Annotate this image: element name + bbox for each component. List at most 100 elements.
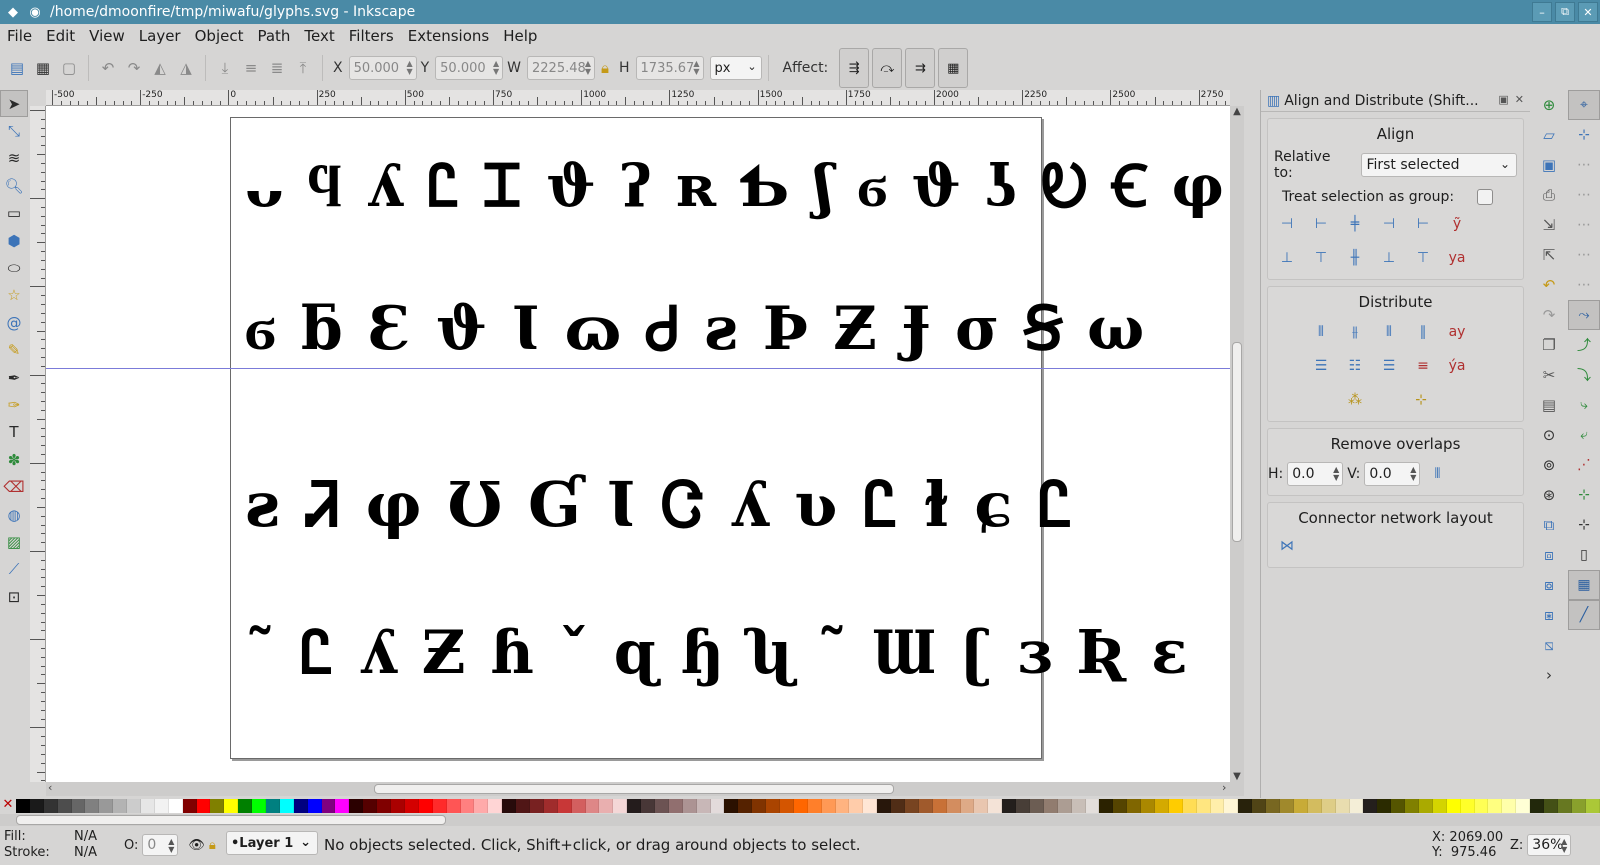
color-swatch[interactable]: [224, 799, 239, 813]
distribute-left-edges-icon[interactable]: ⫴: [1308, 319, 1334, 345]
color-swatch[interactable]: [516, 799, 530, 813]
color-swatch[interactable]: [863, 799, 878, 813]
align-right-edges-icon[interactable]: ⊣: [1376, 211, 1402, 237]
color-swatch[interactable]: [1585, 799, 1600, 813]
color-swatch[interactable]: [1446, 799, 1461, 813]
color-swatch[interactable]: [1307, 799, 1322, 813]
scroll-down-icon[interactable]: ▼: [1230, 771, 1244, 782]
w-input[interactable]: 2225.48 ▲ ▼: [527, 56, 595, 80]
color-swatch[interactable]: [1363, 799, 1378, 813]
color-swatch[interactable]: [557, 799, 572, 813]
center-horizontal-axis-icon[interactable]: ╫: [1342, 245, 1368, 271]
color-swatch[interactable]: [1002, 799, 1017, 813]
spin-arrows-icon[interactable]: ▲ ▼: [1561, 838, 1567, 854]
color-swatch[interactable]: [585, 799, 600, 813]
color-swatch[interactable]: [571, 799, 586, 813]
color-swatch[interactable]: [654, 799, 669, 813]
snap-cusp-nodes-icon[interactable]: ⤵: [1568, 360, 1600, 390]
distribute-gaps-v-icon[interactable]: ≡: [1410, 353, 1436, 379]
save-icon[interactable]: ▣: [1534, 150, 1564, 180]
flip-horizontal-icon[interactable]: ◭: [147, 55, 173, 81]
color-swatch[interactable]: [168, 799, 183, 813]
zoom-tool-icon[interactable]: 🔍︎: [0, 172, 28, 199]
color-swatch[interactable]: [460, 799, 475, 813]
snap-bbox-centers-icon[interactable]: ⋯: [1568, 240, 1600, 270]
color-swatch[interactable]: [807, 799, 822, 813]
unlink-clone-icon[interactable]: ⧇: [1534, 570, 1564, 600]
vertical-scroll-thumb[interactable]: [1232, 342, 1242, 542]
align-top-to-bottom-icon[interactable]: ⊤: [1410, 245, 1436, 271]
color-swatch[interactable]: [418, 799, 433, 813]
maximize-button[interactable]: ⧉: [1555, 2, 1575, 22]
color-swatch[interactable]: [1571, 799, 1586, 813]
color-swatch[interactable]: [696, 799, 711, 813]
export-icon[interactable]: ⇱: [1534, 240, 1564, 270]
color-swatch[interactable]: [1182, 799, 1197, 813]
color-swatch[interactable]: [71, 799, 86, 813]
color-swatch[interactable]: [363, 799, 378, 813]
color-swatch[interactable]: [377, 799, 392, 813]
color-swatch[interactable]: [404, 799, 419, 813]
distribute-baselines-h-icon[interactable]: ay: [1444, 319, 1470, 345]
zoom-selection-icon[interactable]: ⊙: [1534, 420, 1564, 450]
calligraphy-tool-icon[interactable]: ✑: [0, 391, 28, 418]
snap-text-baseline-icon[interactable]: ⊹: [1568, 510, 1600, 540]
color-swatch[interactable]: [57, 799, 72, 813]
spin-arrows-icon[interactable]: ▲ ▼: [1410, 466, 1416, 482]
snap-smooth-nodes-icon[interactable]: ⤷: [1568, 390, 1600, 420]
color-swatch[interactable]: [446, 799, 461, 813]
color-swatch[interactable]: [1266, 799, 1281, 813]
color-swatch[interactable]: [613, 799, 628, 813]
menu-edit[interactable]: Edit: [39, 27, 82, 45]
color-swatch[interactable]: [877, 799, 892, 813]
menu-text[interactable]: Text: [297, 27, 341, 45]
snap-path-intersections-icon[interactable]: ⤴: [1568, 330, 1600, 360]
rectangle-tool-icon[interactable]: ▭: [0, 200, 28, 227]
overlap-h-input[interactable]: 0.0 ▲ ▼: [1287, 462, 1344, 486]
snap-bbox-midpoints-icon[interactable]: ⋯: [1568, 210, 1600, 240]
align-left-edges-icon[interactable]: ⊢: [1308, 211, 1334, 237]
color-swatch[interactable]: [1488, 799, 1503, 813]
color-swatch[interactable]: [16, 799, 30, 813]
eraser-tool-icon[interactable]: ⌫: [0, 473, 28, 500]
color-swatch[interactable]: [1391, 799, 1406, 813]
color-swatch[interactable]: [127, 799, 142, 813]
select-all-layers-icon[interactable]: ▦: [30, 55, 56, 81]
menu-file[interactable]: File: [0, 27, 39, 45]
select-all-icon[interactable]: ▤: [4, 55, 30, 81]
color-swatch[interactable]: [266, 799, 280, 813]
rotate-ccw-icon[interactable]: ↶: [95, 55, 121, 81]
raise-icon[interactable]: ≣: [264, 55, 290, 81]
color-swatch[interactable]: [1377, 799, 1392, 813]
color-swatch[interactable]: [1210, 799, 1225, 813]
color-swatch[interactable]: [1349, 799, 1364, 813]
redo-icon[interactable]: ↷: [1534, 300, 1564, 330]
distribute-centers-h-icon[interactable]: ⫵: [1342, 319, 1368, 345]
color-swatch[interactable]: [849, 799, 864, 813]
undo-icon[interactable]: ↶: [1534, 270, 1564, 300]
node-tool-icon[interactable]: ⤡: [0, 117, 28, 144]
color-swatch[interactable]: [1530, 799, 1544, 813]
snap-object-midpoints-icon[interactable]: ⋰: [1568, 450, 1600, 480]
y-input[interactable]: 50.000 ▲ ▼: [435, 56, 504, 80]
spin-arrows-icon[interactable]: ▲ ▼: [168, 838, 174, 854]
menu-help[interactable]: Help: [496, 27, 544, 45]
affect-stroke-width-button[interactable]: ⇶: [839, 48, 870, 88]
flip-vertical-icon[interactable]: ◮: [173, 55, 199, 81]
affect-rounded-corners-button[interactable]: ⤼: [872, 48, 903, 88]
color-swatch[interactable]: [1224, 799, 1239, 813]
selector-tool-icon[interactable]: ➤: [0, 90, 28, 118]
align-top-edges-icon[interactable]: ⊤: [1308, 245, 1334, 271]
snap-bbox-edges-icon[interactable]: ⋯: [1568, 150, 1600, 180]
connector-tool-icon[interactable]: ⊡: [0, 583, 28, 610]
color-swatch[interactable]: [335, 799, 350, 813]
h-input[interactable]: 1735.67 ▲ ▼: [635, 56, 704, 80]
arrange-connector-network-icon[interactable]: ⋈: [1274, 533, 1300, 559]
remove-overlaps-icon[interactable]: ⦀: [1424, 461, 1450, 487]
color-swatch[interactable]: [29, 799, 44, 813]
dropper-tool-icon[interactable]: ⟋: [0, 556, 28, 583]
relative-to-select[interactable]: First selected ⌄: [1361, 153, 1517, 177]
vertical-scrollbar[interactable]: ▲ ▼: [1230, 106, 1244, 782]
color-swatch[interactable]: [1280, 799, 1294, 813]
paint-bucket-tool-icon[interactable]: ◍: [0, 501, 28, 528]
